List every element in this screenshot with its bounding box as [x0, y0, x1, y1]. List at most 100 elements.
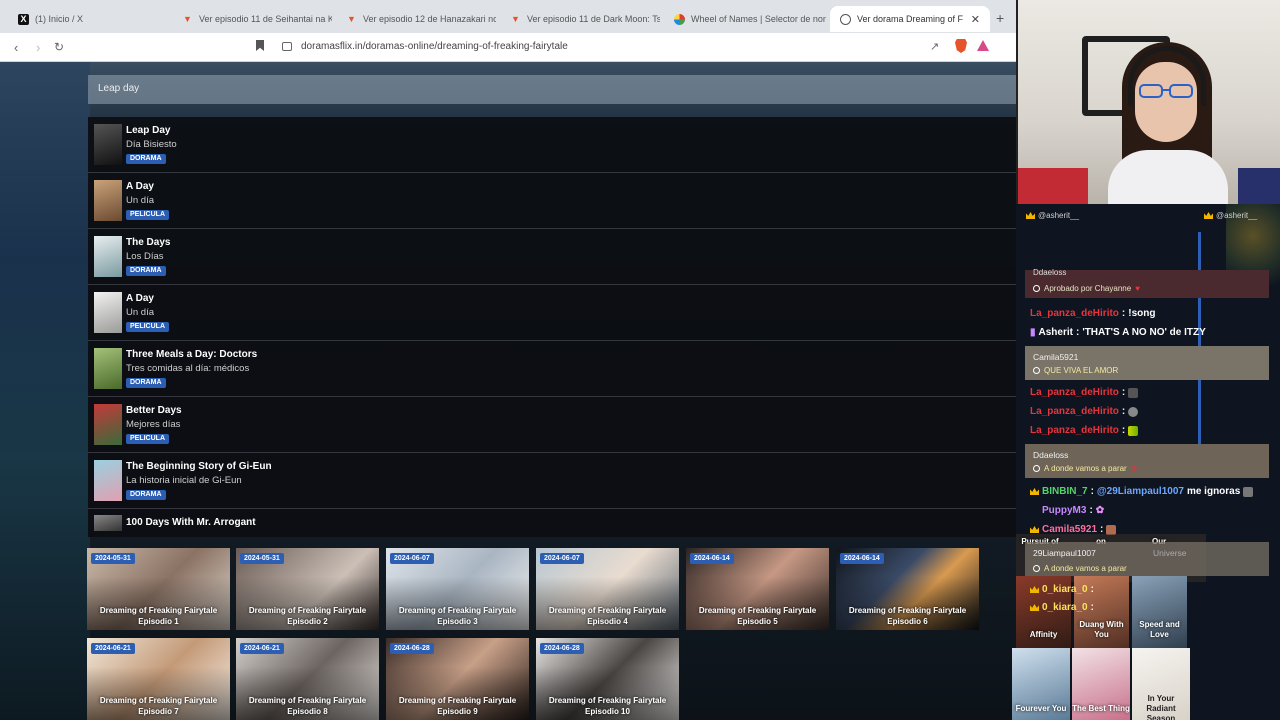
type-badge: DORAMA: [126, 266, 166, 276]
chat-message: La_panza_deHirito:: [1030, 387, 1139, 398]
address-bar-row: ‹ › ↻ doramasflix.in/doramas-online/drea…: [0, 33, 1016, 62]
type-badge: DORAMA: [126, 490, 166, 500]
drama-poster: In Your Radiant Season: [1132, 648, 1190, 720]
result-subtitle: Tres comidas al día: médicos: [126, 363, 250, 374]
search-input[interactable]: Leap day: [88, 75, 1016, 104]
bookmark-icon[interactable]: [256, 40, 264, 51]
episode-card[interactable]: 2024-06-14 Dreaming of Freaking Fairytal…: [686, 548, 829, 630]
drama-poster: The Best Thing: [1072, 648, 1130, 720]
share-icon[interactable]: ↗: [930, 40, 939, 53]
mic-icon: ▮: [1030, 327, 1036, 338]
poster-thumbnail: [94, 124, 122, 165]
episode-title: Dreaming of Freaking Fairytale Episodio 6: [848, 606, 967, 626]
date-badge: 2024-05-31: [240, 553, 284, 564]
type-badge: PELICULA: [126, 210, 169, 220]
heart-icon: ♥: [1135, 284, 1140, 293]
tab-wheel-of-names[interactable]: Wheel of Names | Selector de nomb: [664, 6, 826, 32]
new-tab-button[interactable]: +: [996, 10, 1004, 26]
tab-x-home[interactable]: X (1) Inicio / X: [8, 6, 168, 32]
result-title: A Day: [126, 181, 154, 192]
brave-shield-icon[interactable]: [955, 39, 967, 53]
drama-poster: Speed and Love: [1132, 576, 1187, 654]
poster-thumbnail: [94, 515, 122, 531]
forward-button[interactable]: ›: [36, 40, 40, 55]
date-badge: 2024-06-21: [240, 643, 284, 654]
date-badge: 2024-06-07: [540, 553, 584, 564]
crown-icon: [1204, 212, 1213, 219]
chat-highlight: Ddaeloss A donde vamos a parar ⊘: [1025, 444, 1269, 478]
result-subtitle: Mejores días: [126, 419, 181, 430]
episode-card[interactable]: 2024-06-07 Dreaming of Freaking Fairytal…: [536, 548, 679, 630]
episode-card[interactable]: 2024-06-07 Dreaming of Freaking Fairytal…: [386, 548, 529, 630]
episode-title: Dreaming of Freaking Fairytale Episodio 3: [398, 606, 517, 626]
tab-label: Ver dorama Dreaming of Freakin: [857, 14, 963, 24]
emote-icon: [1128, 406, 1139, 417]
result-title: The Beginning Story of Gi-Eun: [126, 461, 272, 472]
handle-label: @asherit__: [1204, 211, 1257, 220]
chat-message: 0_kiara_0:: [1030, 602, 1094, 613]
close-tab-icon[interactable]: ✕: [971, 13, 980, 26]
episode-card[interactable]: 2024-06-28 Dreaming of Freaking Fairytal…: [536, 638, 679, 720]
stream-overlay-panel: @asherit__ @asherit__ Ddaeloss Aprobado …: [1012, 204, 1280, 720]
tab-hanazakari[interactable]: ▼ Ver episodio 12 de Hanazakari no Ki: [336, 6, 496, 32]
episode-card[interactable]: 2024-06-21 Dreaming of Freaking Fairytal…: [236, 638, 379, 720]
chat-highlight: 29Liampaul1007 Universe A donde vamos a …: [1025, 542, 1269, 576]
episode-card[interactable]: 2024-06-21 Dreaming of Freaking Fairytal…: [87, 638, 230, 720]
chat-message: La_panza_deHirito: !song: [1030, 308, 1156, 319]
tab-seihantai[interactable]: ▼ Ver episodio 11 de Seihantai na Kimi: [172, 6, 332, 32]
browser-tab-bar: X (1) Inicio / X ▼ Ver episodio 11 de Se…: [0, 0, 1016, 36]
date-badge: 2024-06-14: [690, 553, 734, 564]
date-badge: 2024-06-28: [390, 643, 434, 654]
tab-dreaming-of-freaking[interactable]: Ver dorama Dreaming of Freakin ✕: [830, 6, 990, 32]
result-title: 100 Days With Mr. Arrogant: [126, 517, 256, 528]
result-item[interactable]: Leap Day Día Bisiesto DORAMA: [88, 117, 1016, 173]
page-content: Leap day Leap Day Día Bisiesto DORAMA A …: [0, 62, 1016, 720]
episode-title: Dreaming of Freaking Fairytale Episodio 1: [99, 606, 218, 626]
tab-favicon-icon: ▼: [347, 14, 356, 24]
episode-title: Dreaming of Freaking Fairytale Episodio 2: [248, 606, 367, 626]
episode-card[interactable]: 2024-06-28 Dreaming of Freaking Fairytal…: [386, 638, 529, 720]
result-item[interactable]: The Beginning Story of Gi-Eun La histori…: [88, 453, 1016, 509]
result-title: Leap Day: [126, 125, 171, 136]
gear-icon: [1033, 367, 1040, 374]
wheel-icon: [674, 13, 685, 25]
chat-message: ▮ Asherit: 'THAT'S A NO NO' de ITZY: [1030, 327, 1206, 338]
result-title: The Days: [126, 237, 171, 248]
butterfly-icon: ✿: [1095, 505, 1105, 516]
result-item[interactable]: Three Meals a Day: Doctors Tres comidas …: [88, 341, 1016, 397]
tab-dark-moon[interactable]: ▼ Ver episodio 11 de Dark Moon: Tsuki: [500, 6, 660, 32]
result-subtitle: Día Bisiesto: [126, 139, 177, 150]
result-item[interactable]: 100 Days With Mr. Arrogant: [88, 509, 1016, 537]
site-settings-icon[interactable]: [282, 42, 292, 51]
episode-card[interactable]: 2024-05-31 Dreaming of Freaking Fairytal…: [87, 548, 230, 630]
tab-label: Ver episodio 12 de Hanazakari no Ki: [363, 14, 496, 24]
gear-icon: [1033, 565, 1040, 572]
episode-card[interactable]: 2024-06-14 Dreaming of Freaking Fairytal…: [836, 548, 979, 630]
handle-label: @asherit__: [1026, 211, 1079, 220]
result-title: Three Meals a Day: Doctors: [126, 349, 258, 360]
chat-message: La_panza_deHirito:: [1030, 425, 1139, 436]
result-item[interactable]: The Days Los Días DORAMA: [88, 229, 1016, 285]
result-subtitle: Los Días: [126, 251, 164, 262]
gear-icon: [1033, 465, 1040, 472]
chat-message: PuppyM3: ✿: [1042, 505, 1105, 516]
result-item[interactable]: Better Days Mejores días PELICULA: [88, 397, 1016, 453]
episode-title: Dreaming of Freaking Fairytale Episodio 4: [548, 606, 667, 626]
result-item[interactable]: A Day Un día PELICULA: [88, 173, 1016, 229]
url-field[interactable]: doramasflix.in/doramas-online/dreaming-o…: [301, 41, 568, 52]
tab-label: Wheel of Names | Selector de nomb: [691, 14, 826, 24]
back-button[interactable]: ‹: [14, 40, 18, 55]
episode-card[interactable]: 2024-05-31 Dreaming of Freaking Fairytal…: [236, 548, 379, 630]
rewards-triangle-icon[interactable]: [977, 40, 989, 51]
tab-label: Ver episodio 11 de Dark Moon: Tsuki: [527, 14, 660, 24]
episode-title: Dreaming of Freaking Fairytale Episodio 8: [248, 696, 367, 716]
emote-icon: [1128, 425, 1139, 436]
poster-thumbnail: [94, 404, 122, 445]
type-badge: DORAMA: [126, 378, 166, 388]
type-badge: PELICULA: [126, 322, 169, 332]
reload-button[interactable]: ↻: [54, 40, 64, 54]
result-item[interactable]: A Day Un día PELICULA: [88, 285, 1016, 341]
date-badge: 2024-06-21: [91, 643, 135, 654]
result-title: A Day: [126, 293, 154, 304]
tab-label: Ver episodio 11 de Seihantai na Kimi: [199, 14, 332, 24]
